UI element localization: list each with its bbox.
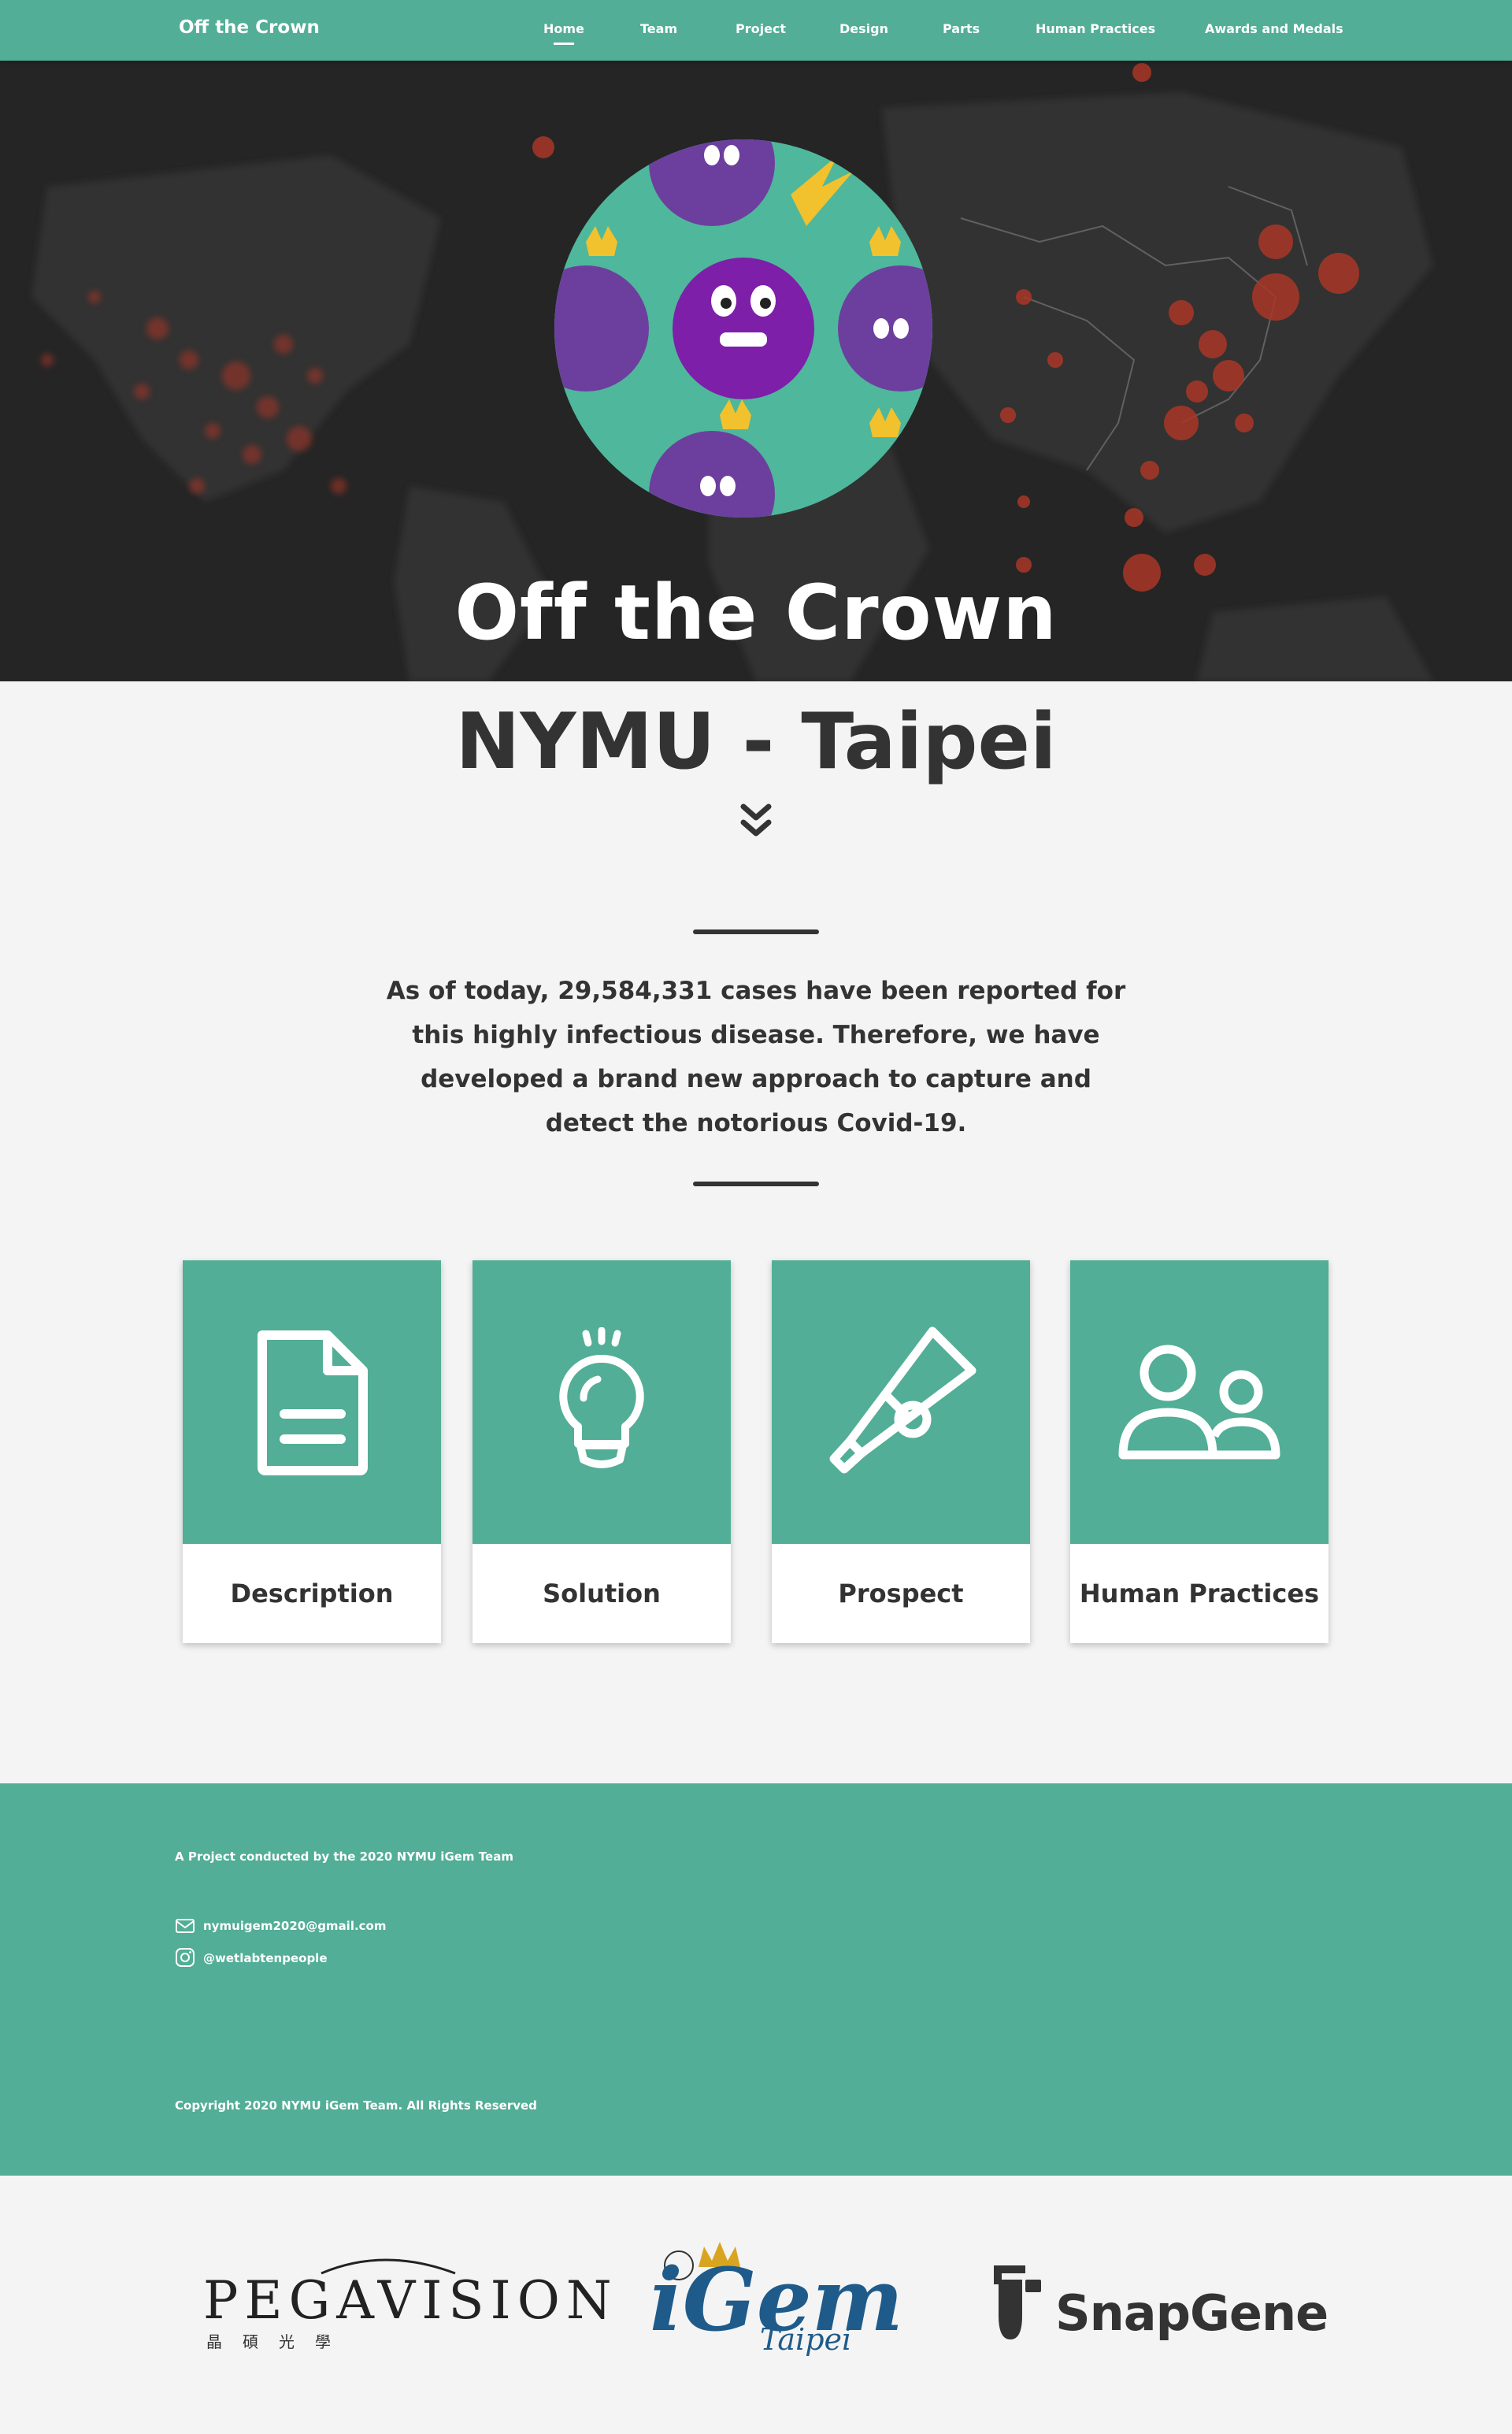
document-icon [258,1330,368,1475]
snapgene-tube-icon [994,2265,1041,2339]
footer-instagram-link[interactable]: @wetlabtenpeople [203,1951,328,1965]
mail-icon [176,1919,195,1933]
intro-paragraph: As of today, 29,584,331 cases have been … [386,977,1126,1137]
card-description[interactable]: Description [183,1260,441,1643]
footer-tagline: A Project conducted by the 2020 NYMU iGe… [175,1850,513,1864]
nav-item-parts[interactable]: Parts [943,21,980,36]
card-human-practices[interactable]: Human Practices [1070,1260,1329,1643]
nav-item-team[interactable]: Team [640,21,677,36]
section-divider-bottom [693,1182,819,1186]
card-label: Description [230,1579,394,1608]
card-icon-area [772,1260,1030,1544]
hero-title: Off the Crown [454,569,1058,657]
card-icon-area [1070,1260,1329,1544]
pegavision-logo[interactable]: PEGAVISION [203,2270,618,2331]
card-icon-area [472,1260,731,1544]
card-solution[interactable]: Solution [472,1260,731,1643]
nav-item-awards[interactable]: Awards and Medals [1205,21,1343,36]
card-label: Human Practices [1079,1579,1320,1608]
pegavision-subtitle: 晶碩光學 [206,2332,351,2351]
card-prospect[interactable]: Prospect [772,1260,1030,1643]
nav-item-home[interactable]: Home [543,21,584,36]
people-icon [1118,1345,1280,1460]
card-label: Prospect [838,1579,964,1608]
nav-item-project[interactable]: Project [736,21,786,36]
hero-banner: Off the Crown [0,61,1512,681]
section-divider-top [693,929,819,934]
lightbulb-icon [559,1327,644,1468]
nav-item-design[interactable]: Design [839,21,888,36]
card-label: Solution [543,1579,661,1608]
nav-item-human-practices[interactable]: Human Practices [1036,21,1155,36]
footer-copyright: Copyright 2020 NYMU iGem Team. All Right… [175,2098,537,2113]
brand-link[interactable]: Off the Crown [179,17,320,38]
chevron-double-down-icon[interactable] [740,803,772,841]
team-subtitle: NYMU - Taipei [455,697,1057,787]
snapgene-logo[interactable]: SnapGene [1055,2284,1329,2342]
crown-virus-logo [554,139,932,518]
footer-email-link[interactable]: nymuigem2020@gmail.com [203,1919,387,1933]
footer: A Project conducted by the 2020 NYMU iGe… [0,1783,1512,2176]
telescope-icon [829,1326,976,1474]
instagram-icon [176,1948,195,1967]
igem-subtitle: Taipei [760,2322,852,2357]
top-navbar: Off the Crown Home Team Project Design P… [0,0,1512,61]
card-icon-area [183,1260,441,1544]
